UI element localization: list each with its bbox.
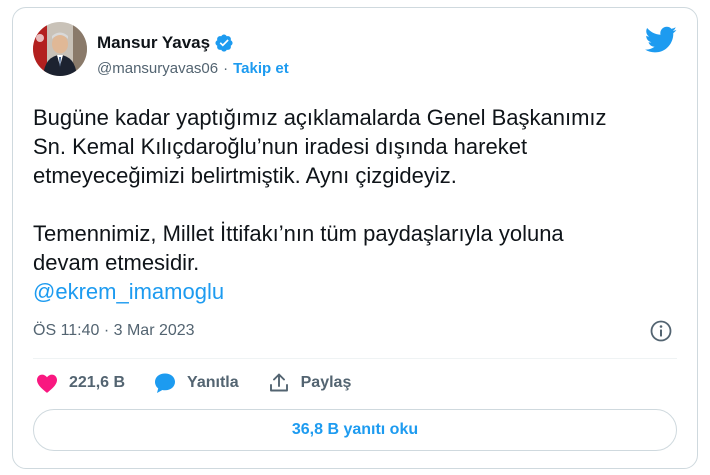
like-count: 221,6 B	[69, 374, 126, 391]
tweet-line: devam etmesidir.	[33, 250, 200, 275]
avatar[interactable]	[33, 22, 87, 76]
avatar-image	[33, 22, 87, 76]
info-icon[interactable]	[649, 319, 673, 343]
speech-bubble-icon	[155, 373, 176, 393]
author-handle[interactable]: @mansuryavas06	[97, 60, 218, 77]
like-button[interactable]: 221,6 B	[35, 371, 125, 395]
twitter-bird-icon[interactable]	[645, 26, 677, 54]
mention-link[interactable]: @ekrem_imamoglu	[33, 279, 224, 304]
reply-label: Yanıtla	[187, 374, 239, 391]
tweet-line: Bugüne kadar yaptığımız açıklamalarda Ge…	[33, 105, 607, 130]
share-button[interactable]: Paylaş	[267, 371, 352, 395]
heart-icon	[37, 374, 57, 393]
tweet-timestamp[interactable]: ÖS 11:40 · 3 Mar 2023	[33, 322, 195, 340]
tweet-line: etmeyeceğimizi belirtmiştik. Aynı çizgid…	[33, 163, 457, 188]
tweet-card: Mansur Yavaş @mansuryavas06 · Takip et B…	[12, 7, 698, 469]
tweet-text: Bugüne kadar yaptığımız açıklamalarda Ge…	[33, 103, 683, 306]
share-upload-icon	[269, 373, 288, 392]
verified-badge-icon	[215, 34, 233, 52]
tweet-actions: 221,6 B Yanıtla Paylaş	[35, 370, 379, 396]
separator-dot: ·	[223, 59, 229, 77]
divider	[33, 358, 677, 359]
follow-button[interactable]: Takip et	[233, 60, 289, 77]
read-replies-label: 36,8 B yanıtı oku	[291, 421, 419, 438]
reply-action-button[interactable]: Yanıtla	[153, 371, 239, 395]
author-name[interactable]: Mansur Yavaş	[97, 33, 210, 53]
tweet-line: Sn. Kemal Kılıçdaroğlu’nun iradesi dışın…	[33, 134, 528, 159]
tweet-line: Temennimiz, Millet İttifakı’nın tüm payd…	[33, 221, 564, 246]
share-label: Paylaş	[300, 374, 352, 391]
read-replies-button[interactable]: 36,8 B yanıtı oku	[33, 409, 677, 451]
